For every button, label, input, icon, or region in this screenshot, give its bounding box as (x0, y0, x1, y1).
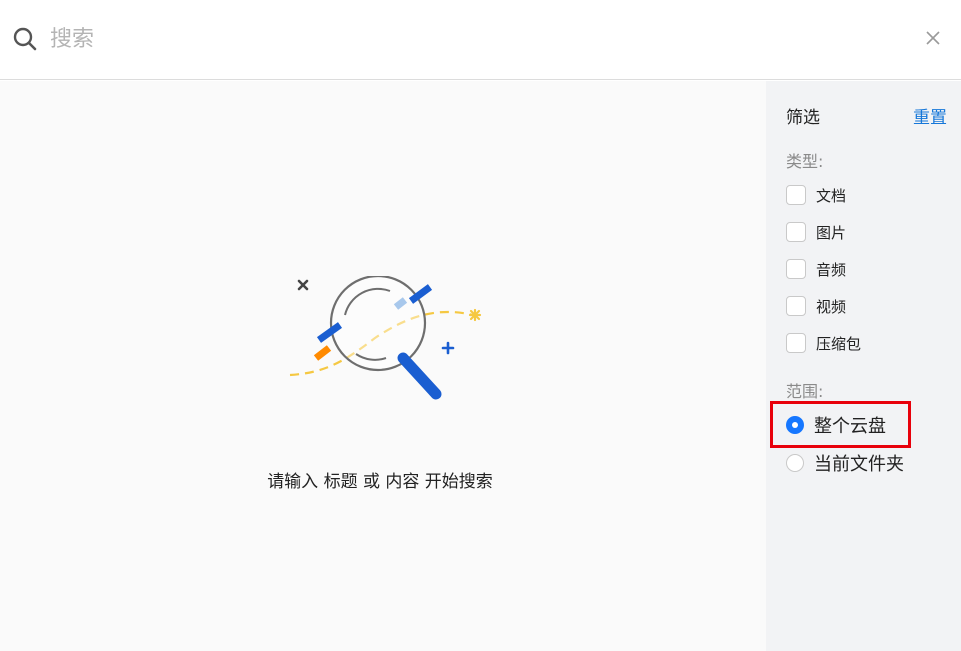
reset-button[interactable]: 重置 (913, 103, 947, 128)
checkbox[interactable] (786, 222, 806, 242)
type-option-audio[interactable]: 音频 (786, 257, 846, 281)
filter-sidebar: 筛选 重置 类型: 文档 图片 音频 视频 压缩包 范围: 整个云盘 当前文件夹 (766, 81, 961, 651)
option-label: 压缩包 (816, 334, 862, 353)
checkbox[interactable] (786, 185, 806, 205)
checkbox[interactable] (786, 296, 806, 316)
search-results-area: 请输入 标题 或 内容 开始搜索 (0, 81, 766, 651)
search-bar (0, 0, 961, 80)
radio-button[interactable] (786, 454, 804, 472)
option-label: 音频 (816, 260, 847, 279)
type-option-document[interactable]: 文档 (786, 183, 846, 207)
type-option-archive[interactable]: 压缩包 (786, 331, 861, 355)
scope-option-whole-drive[interactable]: 整个云盘 (786, 412, 886, 438)
radio-button-selected[interactable] (786, 416, 804, 434)
option-label: 当前文件夹 (814, 454, 904, 475)
option-label: 整个云盘 (814, 416, 886, 437)
option-label: 文档 (816, 186, 847, 205)
search-input[interactable] (50, 22, 870, 56)
checkbox[interactable] (786, 333, 806, 353)
filter-title: 筛选 (786, 108, 820, 128)
empty-state-message: 请输入 标题 或 内容 开始搜索 (267, 472, 493, 492)
type-option-image[interactable]: 图片 (786, 220, 846, 244)
option-label: 图片 (816, 223, 847, 242)
option-label: 视频 (816, 297, 847, 316)
scope-option-current-folder[interactable]: 当前文件夹 (786, 450, 904, 476)
type-option-video[interactable]: 视频 (786, 294, 846, 318)
checkbox[interactable] (786, 259, 806, 279)
empty-search-illustration (289, 276, 482, 400)
close-icon[interactable] (924, 29, 942, 47)
type-section-label: 类型: (786, 152, 824, 171)
search-icon (13, 27, 37, 51)
scope-section-label: 范围: (786, 382, 824, 401)
